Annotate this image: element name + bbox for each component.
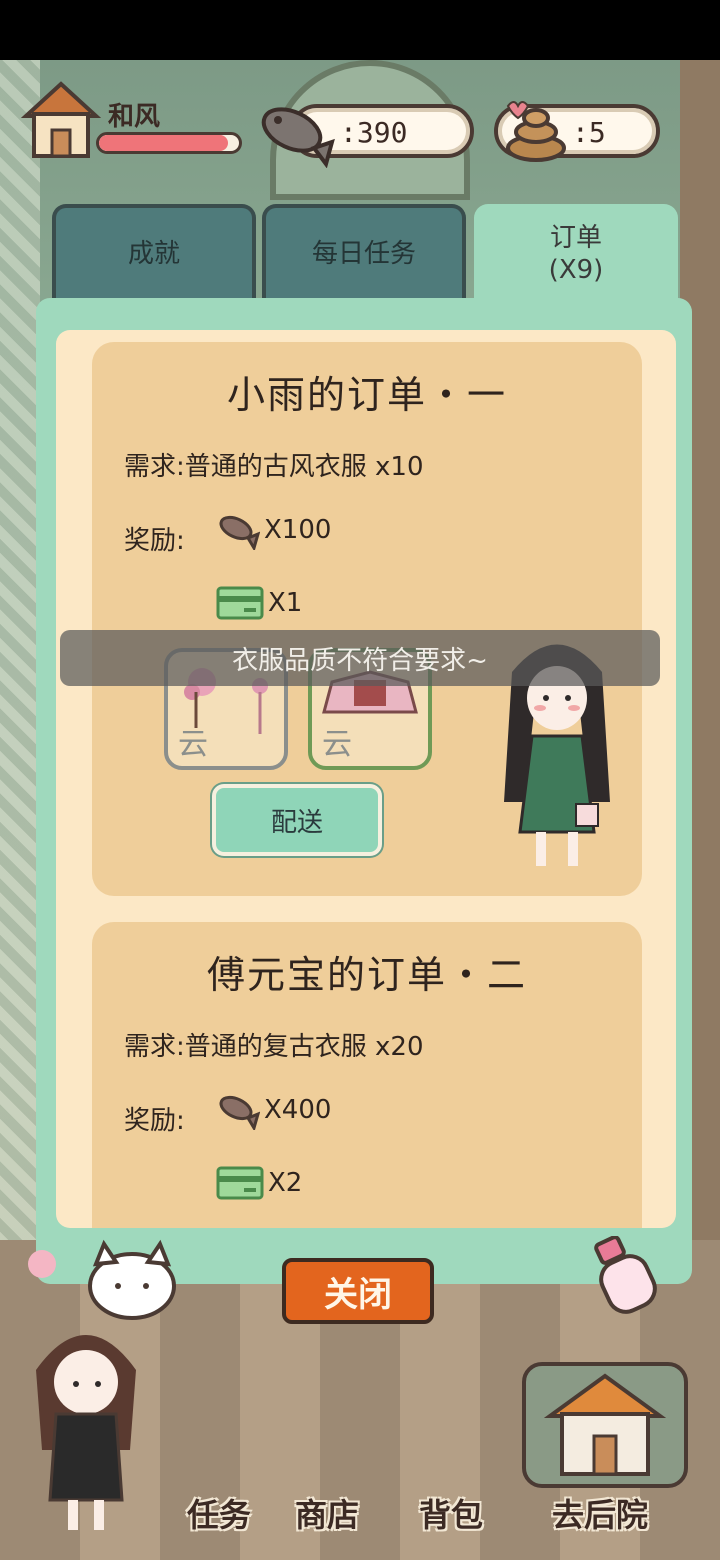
orders-list[interactable]: 小雨的订单・一 需求:普通的古风衣服 x10 奖励: X100 X1 云 云 配…: [56, 330, 676, 1228]
player-name: 和风: [108, 102, 161, 132]
order-title: 小雨的订单・一: [226, 373, 507, 417]
tab-daily-tasks-label: 每日任务: [311, 239, 416, 269]
poop-icon: [496, 92, 574, 166]
order-title: 傅元宝的订单・二: [206, 953, 527, 997]
tab-achievements-label: 成就: [127, 239, 180, 269]
fish-count: :390: [340, 116, 408, 149]
deliver-button[interactable]: 配送: [212, 784, 382, 856]
reward-fish-amount: X100: [264, 515, 332, 545]
reward-label: 奖励:: [124, 1106, 185, 1136]
ticket-icon: [216, 1166, 264, 1200]
reward-ticket-amount: X2: [268, 1168, 303, 1198]
tab-orders-count: (X9): [548, 255, 604, 285]
health-bar: [96, 132, 242, 154]
player-character: [36, 1335, 136, 1530]
nav-backyard-label: 去后院: [551, 1496, 648, 1534]
nav-backyard-button[interactable]: 去后院: [500, 1440, 700, 1536]
fish-icon: [219, 515, 260, 550]
nav-tasks-label: 任务: [186, 1496, 251, 1534]
reward-ticket: X1: [216, 586, 302, 620]
toast-message: 衣服品质不符合要求~: [60, 630, 660, 686]
nav-tasks-button[interactable]: 任务: [164, 1440, 274, 1536]
ticket-icon: [216, 586, 264, 620]
bottle-decoration: [594, 1236, 657, 1314]
order-requirement: 需求:普通的古风衣服 x10: [124, 452, 424, 482]
deliver-button-label: 配送: [270, 807, 323, 838]
svg-text:云: 云: [322, 727, 352, 762]
reward-fish: X400: [216, 1090, 331, 1130]
nav-bag-button[interactable]: 背包: [396, 1440, 506, 1536]
reward-label: 奖励:: [124, 526, 185, 556]
wall-left: [0, 60, 40, 1260]
close-button-label: 关闭: [324, 1274, 392, 1315]
reward-fish-amount: X400: [264, 1095, 332, 1125]
tab-orders[interactable]: 订单 (X9): [474, 204, 678, 300]
svg-text:云: 云: [178, 727, 208, 762]
fish-icon: [252, 92, 336, 169]
nav-shop-label: 商店: [294, 1496, 359, 1534]
order-card: 傅元宝的订单・二 需求:普通的复古衣服 x20 奖励: X400 X2: [92, 922, 642, 1228]
home-icon[interactable]: [18, 78, 104, 162]
reward-ticket: X2: [216, 1166, 302, 1200]
tab-achievements[interactable]: 成就: [52, 204, 256, 300]
order-card: 小雨的订单・一 需求:普通的古风衣服 x10 奖励: X100 X1 云 云 配…: [92, 342, 642, 896]
nav-bag-label: 背包: [418, 1496, 483, 1534]
reward-fish: X100: [216, 510, 331, 550]
fish-icon: [219, 1095, 260, 1130]
poop-count: :5: [572, 116, 606, 149]
toast-text: 衣服品质不符合要求~: [232, 645, 488, 676]
nav-shop-button[interactable]: 商店: [272, 1440, 382, 1536]
order-requirement: 需求:普通的复古衣服 x20: [124, 1032, 424, 1062]
reward-ticket-amount: X1: [268, 588, 303, 618]
tab-orders-label: 订单: [549, 223, 602, 253]
close-button[interactable]: 关闭: [282, 1258, 434, 1324]
tab-daily-tasks[interactable]: 每日任务: [262, 204, 466, 300]
